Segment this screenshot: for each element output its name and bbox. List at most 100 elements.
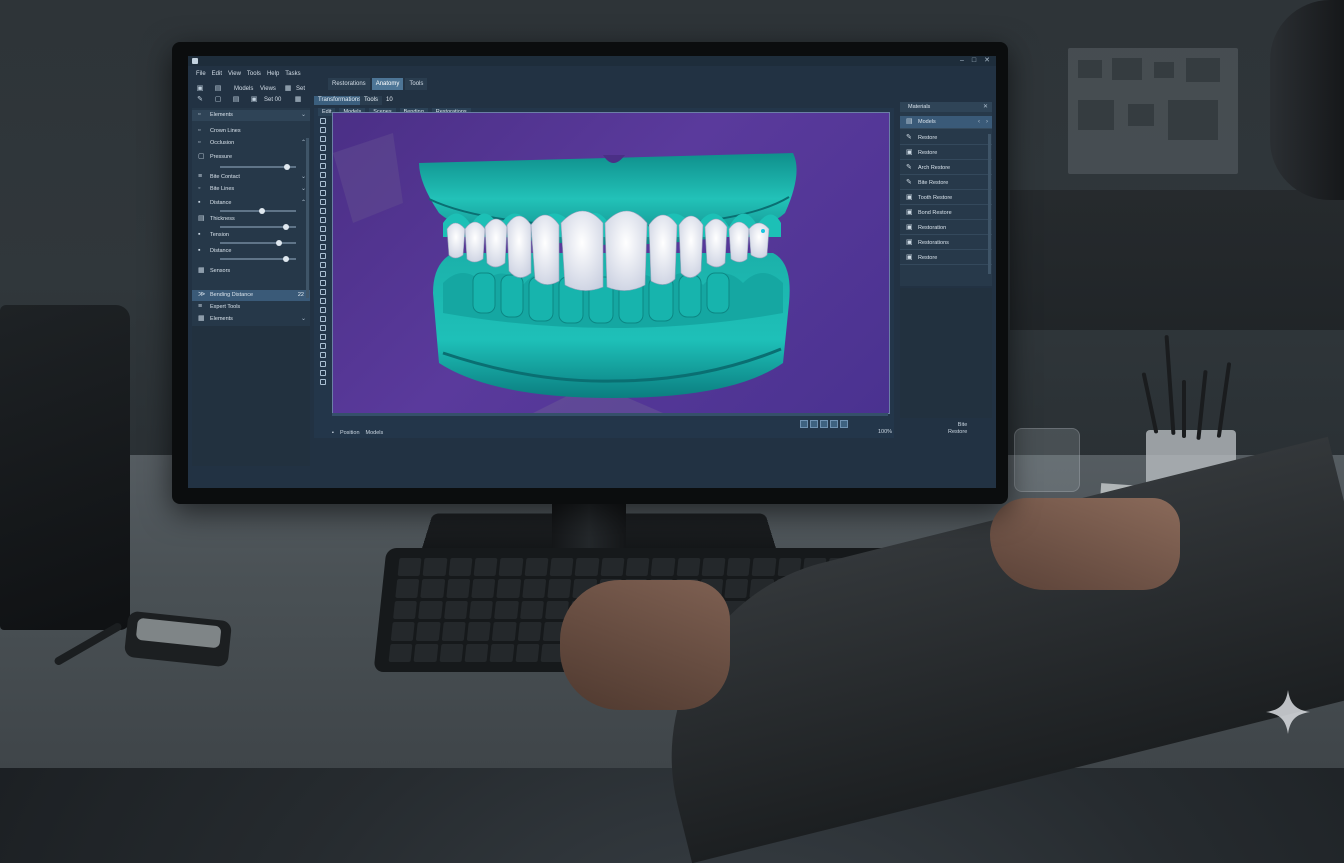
- keyboard-key[interactable]: [524, 558, 549, 577]
- keyboard-key[interactable]: [625, 558, 650, 577]
- keyboard-key[interactable]: [492, 622, 517, 641]
- menu-file[interactable]: File: [196, 68, 206, 80]
- viewport-tool-icon[interactable]: [320, 127, 326, 133]
- list-item[interactable]: ▣ Restorations: [900, 237, 992, 250]
- grid-icon[interactable]: ▦: [284, 85, 292, 93]
- list-item[interactable]: ≡ Bite Contact ⌄: [192, 172, 310, 183]
- viewport-tool-icon[interactable]: [320, 208, 326, 214]
- viewport-tool-icon[interactable]: [320, 379, 326, 385]
- list-item[interactable]: ◦ Bite Lines ⌄: [192, 184, 310, 195]
- layers-icon[interactable]: ▤: [232, 96, 240, 104]
- viewport-tool-icon[interactable]: [320, 253, 326, 259]
- list-item[interactable]: ▣ Restoration: [900, 222, 992, 235]
- keyboard-key[interactable]: [751, 558, 777, 577]
- view-side-button[interactable]: [820, 420, 828, 428]
- viewport-tool-icon[interactable]: [320, 316, 326, 322]
- keyboard-key[interactable]: [489, 643, 515, 662]
- chevron-left-icon[interactable]: ‹: [978, 116, 980, 128]
- right-panel-selected-row[interactable]: ▤ Models ‹ ›: [900, 116, 992, 129]
- viewport-tool-icon[interactable]: [320, 298, 326, 304]
- close-button[interactable]: ✕: [984, 57, 990, 65]
- viewport-tool-icon[interactable]: [320, 334, 326, 340]
- keyboard-key[interactable]: [600, 558, 625, 577]
- keyboard-key[interactable]: [441, 622, 466, 641]
- keyboard-key[interactable]: [448, 558, 473, 577]
- dental-model[interactable]: [333, 113, 889, 413]
- keyboard-key[interactable]: [650, 558, 675, 577]
- tab-anatomy[interactable]: Anatomy: [371, 78, 404, 90]
- keyboard-key[interactable]: [574, 558, 599, 577]
- copy-icon[interactable]: ▣: [250, 96, 258, 104]
- keyboard-key[interactable]: [701, 558, 726, 577]
- viewport-tool-icon[interactable]: [320, 172, 326, 178]
- keyboard-key[interactable]: [473, 558, 498, 577]
- keyboard-key[interactable]: [416, 622, 441, 641]
- pressure-slider[interactable]: [220, 164, 296, 170]
- viewport-tool-icon[interactable]: [320, 145, 326, 151]
- slider-knob[interactable]: [283, 256, 289, 262]
- keyboard-key[interactable]: [393, 600, 418, 620]
- panel-header[interactable]: ▫ Elements ⌄: [192, 110, 310, 121]
- viewport-tool-icon[interactable]: [320, 244, 326, 250]
- keyboard-key[interactable]: [418, 600, 443, 620]
- viewport-scrollbar[interactable]: [332, 413, 888, 416]
- list-item[interactable]: ▣ Bond Restore: [900, 207, 992, 220]
- list-item[interactable]: ✎ Restore: [900, 132, 992, 145]
- group-occlusion[interactable]: ▫ Occlusion ⌃: [192, 138, 310, 149]
- viewport-tool-icon[interactable]: [320, 136, 326, 142]
- menu-tasks[interactable]: Tasks: [285, 68, 300, 80]
- viewport-tool-icon[interactable]: [320, 235, 326, 241]
- list-item[interactable]: ▦ Sensors: [192, 266, 310, 277]
- menu-help[interactable]: Help: [267, 68, 279, 80]
- viewport-tool-icon[interactable]: [320, 280, 326, 286]
- keyboard-key[interactable]: [471, 579, 496, 598]
- keyboard-key[interactable]: [413, 643, 439, 662]
- list-item[interactable]: ✎ Arch Restore: [900, 162, 992, 175]
- keyboard-key[interactable]: [494, 600, 519, 620]
- keyboard-key[interactable]: [422, 558, 448, 577]
- viewport-tool-icon[interactable]: [320, 325, 326, 331]
- keyboard-key[interactable]: [395, 579, 420, 598]
- toolbar-views[interactable]: Views: [260, 84, 276, 94]
- toolbar-models[interactable]: Models: [234, 84, 253, 94]
- left-panel-scrollbar[interactable]: [306, 138, 309, 298]
- maximize-button[interactable]: □: [972, 57, 976, 65]
- list-item[interactable]: ▢ Pressure: [192, 152, 310, 163]
- menu-edit[interactable]: Edit: [212, 68, 222, 80]
- list-item[interactable]: ▣ Restore: [900, 252, 992, 265]
- viewport-tool-icon[interactable]: [320, 217, 326, 223]
- viewport-tool-icon[interactable]: [320, 181, 326, 187]
- view-front-button[interactable]: [800, 420, 808, 428]
- list-item[interactable]: ✎ Bite Restore: [900, 177, 992, 190]
- keyboard-key[interactable]: [464, 643, 489, 662]
- select-icon[interactable]: ▢: [214, 96, 222, 104]
- list-item-elements[interactable]: ▦ Elements ⌄: [192, 314, 310, 325]
- tab-restorations[interactable]: Restorations: [328, 78, 370, 90]
- menu-tools[interactable]: Tools: [247, 68, 261, 80]
- toolbar-set-00[interactable]: Set 00: [264, 95, 281, 105]
- keyboard-key[interactable]: [439, 643, 464, 662]
- viewport-tool-icon[interactable]: [320, 271, 326, 277]
- tab-tools-secondary[interactable]: Tools: [360, 96, 383, 105]
- keyboard-key[interactable]: [496, 579, 521, 598]
- view-top-button[interactable]: [810, 420, 818, 428]
- keyboard-key[interactable]: [515, 643, 540, 662]
- keyboard-key[interactable]: [521, 579, 547, 598]
- list-item[interactable]: ▤ Thickness: [192, 214, 310, 225]
- viewport-tool-icon[interactable]: [320, 370, 326, 376]
- viewport-tool-icon[interactable]: [320, 289, 326, 295]
- chevron-right-icon[interactable]: ›: [986, 116, 988, 128]
- keyboard-key[interactable]: [498, 558, 524, 577]
- viewport-tool-icon[interactable]: [320, 343, 326, 349]
- list-icon[interactable]: ▦: [294, 96, 302, 104]
- keyboard-key[interactable]: [443, 600, 468, 620]
- list-item[interactable]: ▪ Distance ⌃: [192, 198, 310, 209]
- distance-slider-2[interactable]: [220, 256, 296, 262]
- brush-icon[interactable]: ✎: [196, 96, 204, 104]
- keyboard-key[interactable]: [397, 558, 422, 577]
- right-panel-scrollbar[interactable]: [988, 134, 991, 274]
- keyboard-key[interactable]: [466, 622, 491, 641]
- keyboard-key[interactable]: [420, 579, 445, 598]
- list-item[interactable]: [192, 280, 310, 289]
- keyboard-key[interactable]: [445, 579, 471, 598]
